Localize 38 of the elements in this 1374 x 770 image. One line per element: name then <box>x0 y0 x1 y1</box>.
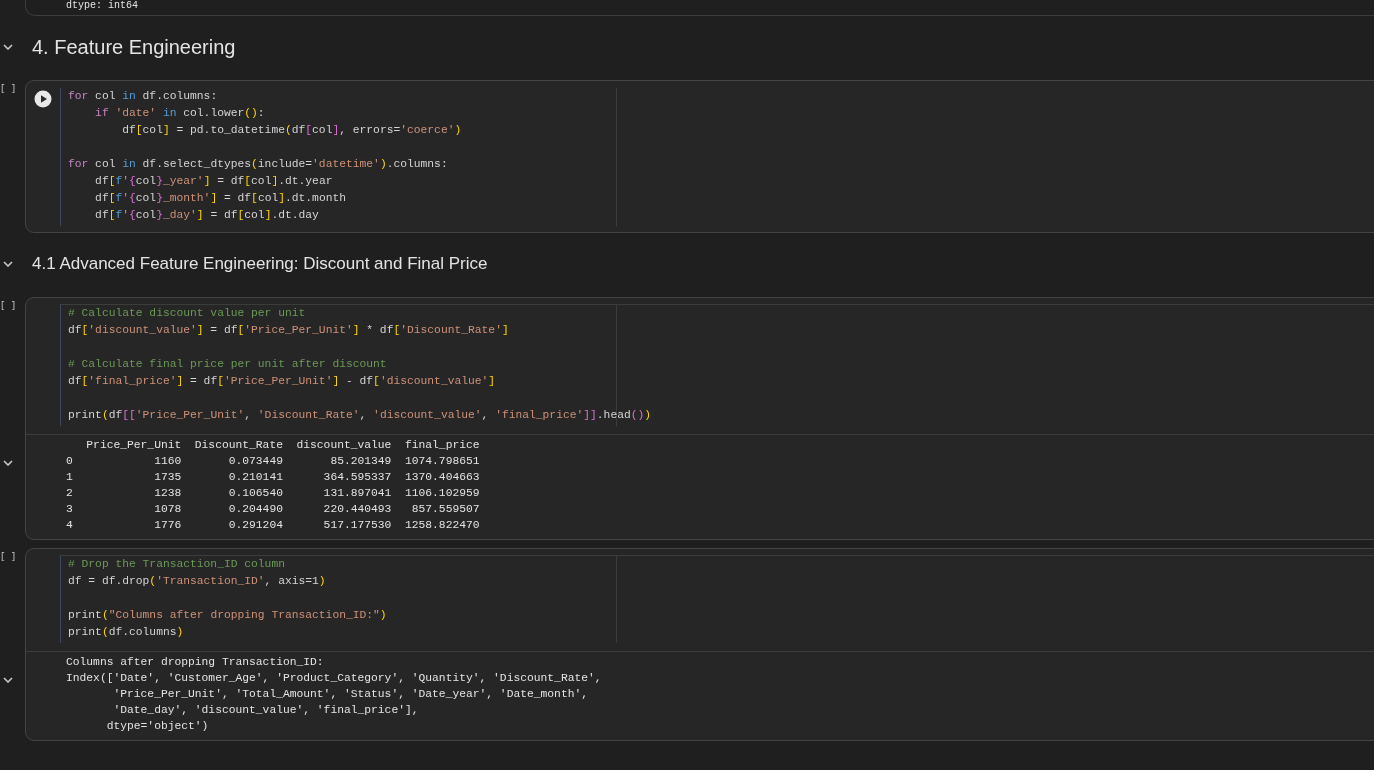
output-line: 3 1078 0.204490 220.440493 857.559507 <box>66 502 481 517</box>
output-line: Columns after dropping Transaction_ID: <box>66 655 325 670</box>
execution-count: [ ] <box>0 552 17 562</box>
code-line: print("Columns after dropping Transaction_ID:") <box>68 608 388 623</box>
code-line: df['discount_value'] = df['Price_Per_Unit'] * df['Discount_Rate'] <box>68 323 510 338</box>
chevron-icon[interactable] <box>3 460 13 466</box>
code-line: df[col] = pd.to_datetime(df[col], errors='coerce') <box>121 123 463 138</box>
output-line: Price_Per_Unit Discount_Rate discount_value final_price <box>85 438 481 453</box>
section-heading: 4. Feature Engineering <box>32 35 236 59</box>
output-line: 0 1160 0.073449 85.201349 1074.798651 <box>66 454 481 469</box>
output-line: dtype='object') <box>105 719 210 734</box>
execution-count: [ ] <box>0 84 17 94</box>
code-line: df['final_price'] = df['Price_Per_Unit'] - df['discount_value'] <box>68 374 497 389</box>
code-line: df[f'{col}_month'] = df[col].dt.month <box>94 191 347 206</box>
code-line: df[f'{col}_day'] = df[col].dt.day <box>94 208 320 223</box>
code-line: # Calculate final price per unit after discount <box>68 357 388 372</box>
code-line: for col in df.columns: <box>68 89 219 104</box>
chevron-icon[interactable] <box>3 261 13 267</box>
code-line: # Calculate discount value per unit <box>68 306 307 321</box>
code-line: # Drop the Transaction_ID column <box>68 557 286 572</box>
code-line: df[f'{col}_year'] = df[col].dt.year <box>94 174 334 189</box>
output-line: 'Date_day', 'discount_value', 'final_price'], <box>112 703 420 718</box>
output-line: 1 1735 0.210141 364.595337 1370.404663 <box>66 470 481 485</box>
code-line: print(df[['Price_Per_Unit', 'Discount_Rate', 'discount_value', 'final_price']].head()) <box>68 408 653 423</box>
output-line: 'Price_Per_Unit', 'Total_Amount', 'Status', 'Date_year', 'Date_month', <box>112 687 589 702</box>
code-line: df = df.drop('Transaction_ID', axis=1) <box>68 574 327 589</box>
chevron-icon[interactable] <box>3 677 13 683</box>
output-line: 4 1776 0.291204 517.177530 1258.822470 <box>66 518 481 533</box>
output-line: dtype: int64 <box>66 0 139 12</box>
section-heading: 4.1 Advanced Feature Engineering: Discount and Final Price <box>32 254 488 274</box>
code-line: if 'date' in col.lower(): <box>94 106 266 121</box>
run-button[interactable] <box>34 90 52 108</box>
execution-count: [ ] <box>0 301 17 311</box>
output-line: 2 1238 0.106540 131.897041 1106.102959 <box>66 486 481 501</box>
code-line: for col in df.select_dtypes(include='datetime').columns: <box>68 157 449 172</box>
output-line: Index(['Date', 'Customer_Age', 'Product_Category', 'Quantity', 'Discount_Rate', <box>66 671 603 686</box>
chevron-icon[interactable] <box>3 44 13 50</box>
code-line: print(df.columns) <box>68 625 185 640</box>
